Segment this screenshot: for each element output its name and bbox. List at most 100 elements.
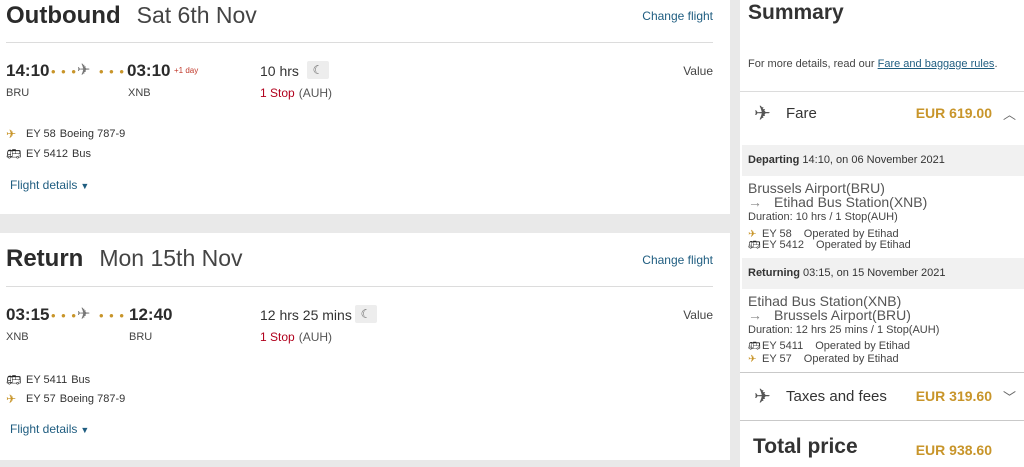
route-dots-left: • • • <box>51 308 77 323</box>
returning-heading: Returning 03:15, on 15 November 2021 <box>742 258 1024 289</box>
total-price-amount: EUR 938.60 <box>915 442 992 458</box>
plane-icon: ✈ <box>77 62 91 79</box>
total-price-label: Total price <box>753 435 858 458</box>
plane-icon: ✈ <box>77 306 91 323</box>
taxes-accordion-header[interactable]: ✈ Taxes and fees EUR 319.60 ﹀ <box>740 380 1024 412</box>
summary-divider <box>740 420 1024 421</box>
outbound-fare-type: Value <box>683 64 713 78</box>
segment-equipment: Boeing 787-9 <box>59 393 126 405</box>
overnight-moon-icon: ☾ <box>355 305 377 323</box>
returning-segment-2: ✈ EY 57 Operated by Etihad <box>748 353 899 365</box>
bus-icon: 🚌︎ <box>6 373 22 387</box>
segment-equipment: Bus <box>72 148 91 160</box>
segment-number: EY 5412 <box>762 239 805 251</box>
outbound-stop-count: 1 Stop <box>260 86 295 100</box>
plane-icon: ✈ <box>6 127 17 141</box>
chevron-up-icon[interactable]: ︿ <box>1003 104 1016 123</box>
segment-operator: Operated by Etihad <box>816 239 911 251</box>
return-segment-1: 🚌︎ EY 5411 Bus <box>6 373 90 387</box>
caret-down-icon: ▼ <box>80 425 90 435</box>
return-date: Mon 15th Nov <box>99 245 243 271</box>
returning-label: Returning <box>748 267 800 279</box>
return-title: Return <box>6 245 84 272</box>
segment-number: EY 57 <box>762 353 792 365</box>
return-flight-details-toggle[interactable]: Flight details ▼ <box>10 422 89 436</box>
outbound-header: Outbound Sat 6th Nov <box>6 2 257 30</box>
taxes-amount: EUR 319.60 <box>915 388 992 404</box>
return-segment-2: ✈ EY 57 Boeing 787-9 <box>6 392 125 406</box>
departing-to-row: → Etihad Bus Station(XNB) <box>748 194 927 210</box>
outbound-change-flight-link[interactable]: Change flight <box>642 9 713 23</box>
departing-heading: Departing 14:10, on 06 November 2021 <box>742 145 1024 176</box>
overnight-moon-icon: ☾ <box>307 61 329 79</box>
summary-divider <box>740 372 1024 373</box>
outbound-segment-1: ✈ EY 58 Boeing 787-9 <box>6 127 125 141</box>
outbound-via: (AUH) <box>298 86 333 100</box>
outbound-flight-details-toggle[interactable]: Flight details ▼ <box>10 178 89 192</box>
outbound-segment-2: 🚌︎ EY 5412 Bus <box>6 147 91 161</box>
segment-operator: Operated by Etihad <box>815 340 910 352</box>
departing-detail: 14:10, on 06 November 2021 <box>802 154 945 166</box>
segment-number: EY 5411 <box>26 374 68 386</box>
outbound-date: Sat 6th Nov <box>136 2 257 28</box>
segment-equipment: Bus <box>71 374 91 386</box>
departing-to: Etihad Bus Station(XNB) <box>774 194 928 210</box>
outbound-stops: 1 Stop (AUH) <box>260 86 332 100</box>
return-change-flight-link[interactable]: Change flight <box>642 253 713 267</box>
summary-info: For more details, read our Fare and bagg… <box>748 58 998 70</box>
route-dots-right: • • • <box>99 64 125 79</box>
plane-icon: ✈ <box>754 385 771 408</box>
returning-segment-1: 🚌︎EY 5411 Operated by Etihad <box>748 340 910 352</box>
fare-accordion-header[interactable]: ✈ Fare EUR 619.00 ︿ <box>740 97 1024 129</box>
outbound-arrive-time: 03:10 <box>127 61 171 80</box>
return-arrive-time: 12:40 <box>129 305 173 324</box>
outbound-plus-day: +1 day <box>174 66 199 75</box>
arrow-right-icon: → <box>748 194 762 210</box>
return-stop-count: 1 Stop <box>260 330 295 344</box>
plane-icon: ✈ <box>754 102 771 125</box>
flight-details-label: Flight details <box>10 422 78 436</box>
outbound-depart-code: BRU <box>6 87 30 99</box>
returning-detail: 03:15, on 15 November 2021 <box>803 267 946 279</box>
outbound-depart-time: 14:10 <box>6 61 50 80</box>
caret-down-icon: ▼ <box>80 181 90 191</box>
return-card: Return Mon 15th Nov Change flight 03:15 … <box>0 233 730 460</box>
arrow-right-icon: → <box>748 307 762 323</box>
route-dots-right: • • • <box>99 308 125 323</box>
outbound-divider <box>6 42 713 43</box>
fare-amount: EUR 619.00 <box>915 105 992 121</box>
plane-icon: ✈ <box>748 354 757 365</box>
departing-label: Departing <box>748 154 800 166</box>
return-via: (AUH) <box>298 330 333 344</box>
segment-operator: Operated by Etihad <box>803 353 899 365</box>
departing-segment-2: 🚌︎EY 5412 Operated by Etihad <box>748 239 911 251</box>
summary-title: Summary <box>748 1 844 24</box>
summary-divider <box>740 91 1024 92</box>
segment-number: EY 58 <box>26 128 56 140</box>
flight-details-label: Flight details <box>10 178 78 192</box>
bus-icon: 🚌︎ <box>6 147 22 161</box>
returning-duration: Duration: 12 hrs 25 mins / 1 Stop(AUH) <box>748 324 940 336</box>
fare-label: Fare <box>786 104 817 122</box>
bus-icon: 🚌︎ <box>748 341 761 352</box>
segment-equipment: Boeing 787-9 <box>59 128 126 140</box>
summary-panel: Summary For more details, read our Fare … <box>740 0 1024 467</box>
return-depart-time: 03:15 <box>6 305 50 324</box>
departing-duration: Duration: 10 hrs / 1 Stop(AUH) <box>748 211 898 223</box>
return-divider <box>6 286 713 287</box>
outbound-duration: 10 hrs <box>260 63 299 79</box>
segment-number: EY 5412 <box>26 148 69 160</box>
return-duration: 12 hrs 25 mins <box>260 307 352 323</box>
plane-icon: ✈ <box>6 392 17 406</box>
outbound-title: Outbound <box>6 2 121 29</box>
return-header: Return Mon 15th Nov <box>6 245 243 273</box>
return-arrive-code: BRU <box>129 331 153 343</box>
segment-number: EY 57 <box>26 393 56 405</box>
bus-icon: 🚌︎ <box>748 240 761 251</box>
summary-info-suffix: . <box>994 58 998 70</box>
fare-rules-link[interactable]: Fare and baggage rules <box>878 58 995 70</box>
chevron-down-icon[interactable]: ﹀ <box>1003 387 1016 406</box>
summary-info-text: For more details, read our <box>748 58 875 70</box>
return-stops: 1 Stop (AUH) <box>260 330 332 344</box>
taxes-label: Taxes and fees <box>786 387 887 405</box>
